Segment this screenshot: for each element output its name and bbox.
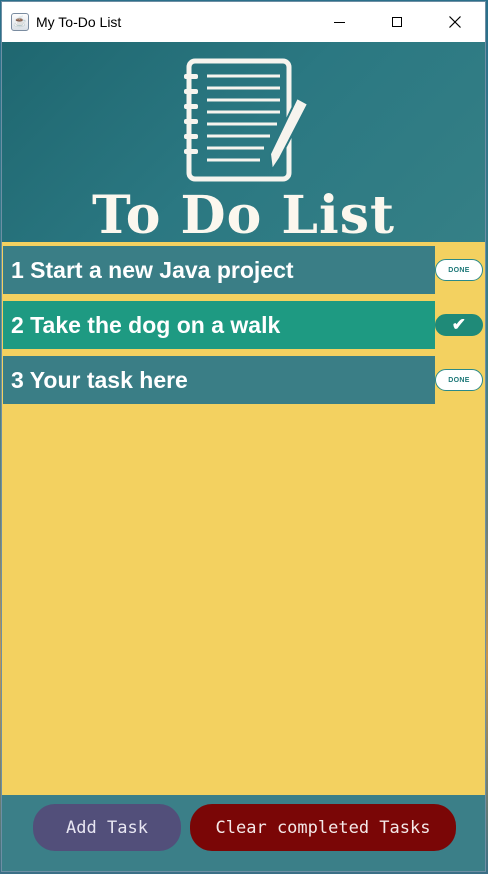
add-task-button[interactable]: Add Task (33, 804, 181, 851)
done-button-3[interactable]: DONE (435, 369, 483, 391)
minimize-icon (333, 21, 345, 23)
title-bar[interactable]: ☕ My To-Do List (2, 2, 485, 42)
java-app-icon: ☕ (11, 13, 29, 31)
task-label: 2 Take the dog on a walk (11, 311, 281, 338)
close-icon (449, 16, 461, 28)
done-button-1[interactable]: DONE (435, 259, 483, 281)
header-banner: To Do List (2, 42, 485, 242)
checkmark-button-2[interactable]: ✔ (435, 314, 483, 336)
notebook-pencil-icon (184, 58, 310, 182)
close-button[interactable] (426, 2, 484, 42)
app-window: ☕ My To-Do List To Do List 1 Start a new… (1, 1, 486, 872)
task-label: 3 Your task here (11, 366, 188, 393)
task-row-2[interactable]: 2 Take the dog on a walk (3, 301, 435, 349)
clear-completed-button[interactable]: Clear completed Tasks (190, 804, 456, 851)
header-title: To Do List (91, 185, 395, 242)
task-row-3[interactable]: 3 Your task here (3, 356, 435, 404)
task-label: 1 Start a new Java project (11, 256, 294, 283)
footer-bar: Add Task Clear completed Tasks (2, 795, 485, 871)
window-title: My To-Do List (36, 14, 122, 30)
maximize-icon (392, 17, 402, 27)
minimize-button[interactable] (310, 2, 368, 42)
maximize-button[interactable] (368, 2, 426, 42)
task-row-1[interactable]: 1 Start a new Java project (3, 246, 435, 294)
